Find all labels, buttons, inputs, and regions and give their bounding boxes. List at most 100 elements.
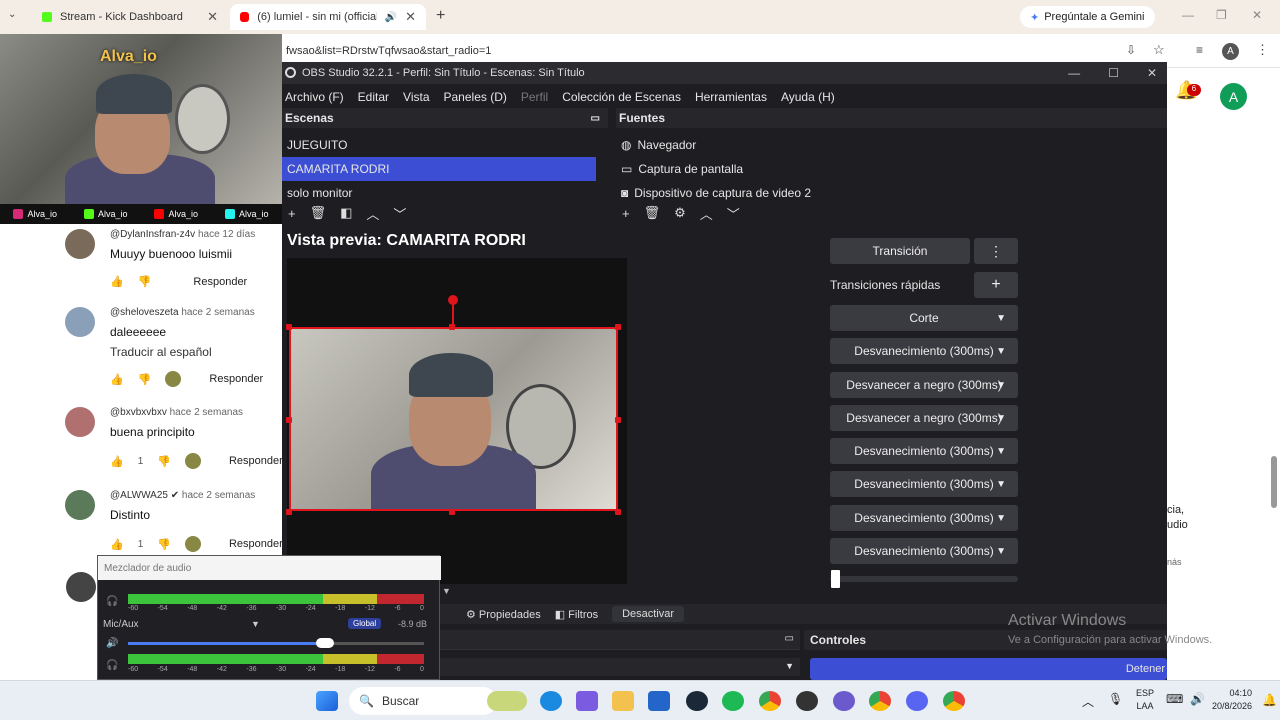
scene-item-camarita-rodri[interactable]: CAMARITA RODRI bbox=[282, 157, 596, 181]
commenter-avatar[interactable] bbox=[65, 490, 95, 520]
commenter-avatar[interactable] bbox=[66, 572, 96, 602]
profile-avatar[interactable]: A bbox=[1222, 43, 1239, 60]
scene-item-solo-monitor[interactable]: solo monitor bbox=[282, 181, 608, 202]
edge-icon[interactable] bbox=[540, 691, 562, 711]
install-app-icon[interactable]: ⇩ bbox=[1126, 43, 1136, 57]
source-item-browser[interactable]: ◍ Navegador bbox=[616, 133, 1167, 157]
add-scene-icon[interactable]: + bbox=[288, 206, 296, 221]
source-item-video-capture[interactable]: ◙ Dispositivo de captura de video 2 bbox=[616, 181, 1167, 202]
resize-handle[interactable] bbox=[615, 417, 621, 423]
comment-author[interactable]: @bxvbxvbxv bbox=[110, 407, 167, 418]
tab-youtube[interactable]: (6) lumiel - sin mi (official vi 🔊 ✕ bbox=[230, 4, 426, 30]
commenter-avatar[interactable] bbox=[65, 407, 95, 437]
stop-button[interactable]: Detener bbox=[810, 658, 1167, 680]
new-tab-icon[interactable]: + bbox=[436, 7, 445, 25]
menu-tools[interactable]: Herramientas bbox=[695, 90, 767, 104]
global-badge[interactable]: Global bbox=[348, 618, 382, 629]
close-icon[interactable]: ✕ bbox=[1147, 66, 1157, 80]
move-up-icon[interactable]: ︿ bbox=[366, 204, 379, 223]
menu-scene-collection[interactable]: Colección de Escenas bbox=[562, 90, 681, 104]
volume-icon[interactable]: 🔊 bbox=[1190, 692, 1205, 706]
volume-slider-track[interactable] bbox=[324, 642, 424, 645]
resize-handle[interactable] bbox=[449, 324, 455, 330]
filters-button[interactable]: ◧ Filtros bbox=[555, 608, 598, 621]
show-hidden-icons-chevron[interactable]: ︿ bbox=[1082, 693, 1094, 710]
spotify-icon[interactable] bbox=[722, 691, 744, 711]
source-item-screen-capture[interactable]: ▭ Captura de pantalla bbox=[616, 157, 1167, 181]
speaker-icon[interactable]: 🔊 bbox=[106, 638, 118, 649]
translate-link[interactable]: Traducir al español bbox=[110, 345, 212, 359]
dislike-icon[interactable]: 👎 bbox=[138, 275, 152, 288]
microphone-icon[interactable]: 🎙 bbox=[1108, 692, 1123, 706]
dislike-icon[interactable]: 👎 bbox=[157, 538, 171, 551]
minimize-icon[interactable]: — bbox=[1182, 8, 1194, 22]
move-down-icon[interactable]: ﹀ bbox=[393, 204, 406, 223]
notifications-icon[interactable]: 🔔 bbox=[1262, 693, 1277, 707]
quick-transition-fade[interactable]: Desvanecimiento (300ms) ▼ bbox=[830, 471, 1018, 497]
file-explorer-icon[interactable] bbox=[612, 691, 634, 711]
quick-transition-fade[interactable]: Desvanecimiento (300ms) ▼ bbox=[830, 505, 1018, 531]
resize-handle[interactable] bbox=[286, 417, 292, 423]
headphones-icon[interactable]: 🎧 bbox=[106, 596, 118, 607]
chrome-icon[interactable] bbox=[759, 691, 781, 711]
properties-button[interactable]: ⚙ Propiedades bbox=[466, 608, 541, 621]
scene-item-jueguito[interactable]: JUEGUITO bbox=[282, 133, 608, 157]
transition-slider-handle[interactable] bbox=[831, 570, 840, 588]
close-window-icon[interactable]: ✕ bbox=[1252, 8, 1262, 22]
quick-transition-fade[interactable]: Desvanecimiento (300ms) ▼ bbox=[830, 438, 1018, 464]
quick-transition-fade[interactable]: Desvanecimiento (300ms) ▼ bbox=[830, 338, 1018, 364]
gemini-button[interactable]: ✦ Pregúntale a Gemini bbox=[1020, 6, 1155, 28]
like-icon[interactable]: 👍 bbox=[110, 455, 124, 468]
like-icon[interactable]: 👍 bbox=[110, 538, 124, 551]
reply-button[interactable]: Responder bbox=[209, 373, 263, 385]
menu-edit[interactable]: Editar bbox=[358, 90, 389, 104]
chrome-profile-icon[interactable] bbox=[869, 691, 891, 711]
close-tab-icon[interactable]: ✕ bbox=[207, 9, 218, 25]
store-icon[interactable] bbox=[648, 691, 670, 711]
tab-kick-dashboard[interactable]: Stream - Kick Dashboard ✕ bbox=[32, 4, 228, 30]
delete-source-icon[interactable]: 🗑 bbox=[644, 205, 661, 221]
comment-author[interactable]: @sheloveszeta bbox=[110, 307, 179, 318]
bookmark-star-icon[interactable]: ☆ bbox=[1153, 42, 1165, 58]
scene-filters-icon[interactable]: ◧ bbox=[340, 205, 352, 221]
preview-webcam-source[interactable] bbox=[289, 327, 618, 511]
clock[interactable]: 04:10 20/8/2026 bbox=[1212, 687, 1252, 713]
delete-scene-icon[interactable]: 🗑 bbox=[310, 205, 327, 221]
obs-taskbar-icon[interactable] bbox=[796, 691, 818, 711]
maximize-icon[interactable]: ❐ bbox=[1216, 8, 1227, 22]
menu-help[interactable]: Ayuda (H) bbox=[781, 90, 835, 104]
quick-transition-fade[interactable]: Desvanecimiento (300ms) ▼ bbox=[830, 538, 1018, 564]
comment-author[interactable]: @DylanInsfran-z4v bbox=[110, 229, 195, 240]
source-properties-icon[interactable]: ⚙ bbox=[674, 205, 686, 221]
audio-playing-icon[interactable]: 🔊 bbox=[385, 12, 397, 23]
add-source-icon[interactable]: + bbox=[622, 206, 630, 221]
transition-button[interactable]: Transición bbox=[830, 238, 970, 264]
channel-menu-arrow-icon[interactable]: ▼ bbox=[251, 619, 260, 629]
deactivate-button[interactable]: Desactivar bbox=[612, 606, 685, 622]
resize-handle[interactable] bbox=[615, 324, 621, 330]
browser-menu-icon[interactable]: ⋮ bbox=[1256, 42, 1269, 58]
dislike-icon[interactable]: 👎 bbox=[157, 455, 171, 468]
lower-dock-dropdown[interactable]: ▼ bbox=[440, 658, 800, 676]
dropdown-arrow-icon[interactable]: ▼ bbox=[442, 586, 451, 596]
url-text[interactable]: fwsao&list=RDrstwTqfwsao&start_radio=1 bbox=[286, 45, 491, 57]
start-windows-icon[interactable] bbox=[316, 691, 338, 711]
headphones-icon[interactable]: 🎧 bbox=[106, 660, 118, 671]
resize-handle[interactable] bbox=[286, 324, 292, 330]
move-up-icon[interactable]: ︿ bbox=[700, 204, 713, 223]
media-queue-icon[interactable]: ≡ bbox=[1196, 43, 1203, 57]
close-tab-icon[interactable]: ✕ bbox=[405, 9, 416, 25]
reply-button[interactable]: Responder bbox=[229, 538, 283, 550]
menu-profile[interactable]: Perfil bbox=[521, 90, 548, 104]
resize-handle[interactable] bbox=[449, 509, 455, 515]
page-scrollbar[interactable] bbox=[1271, 456, 1277, 508]
move-down-icon[interactable]: ﹀ bbox=[727, 204, 740, 223]
rotation-handle[interactable] bbox=[448, 295, 458, 305]
maximize-icon[interactable]: ☐ bbox=[1108, 66, 1119, 80]
menu-docks[interactable]: Paneles (D) bbox=[444, 90, 507, 104]
menu-view[interactable]: Vista bbox=[403, 90, 429, 104]
input-language[interactable]: ESP LAA bbox=[1136, 687, 1154, 713]
volume-slider-handle[interactable] bbox=[316, 638, 334, 648]
undock-icon[interactable]: ▭ bbox=[785, 633, 794, 644]
discord-icon[interactable] bbox=[906, 691, 928, 711]
